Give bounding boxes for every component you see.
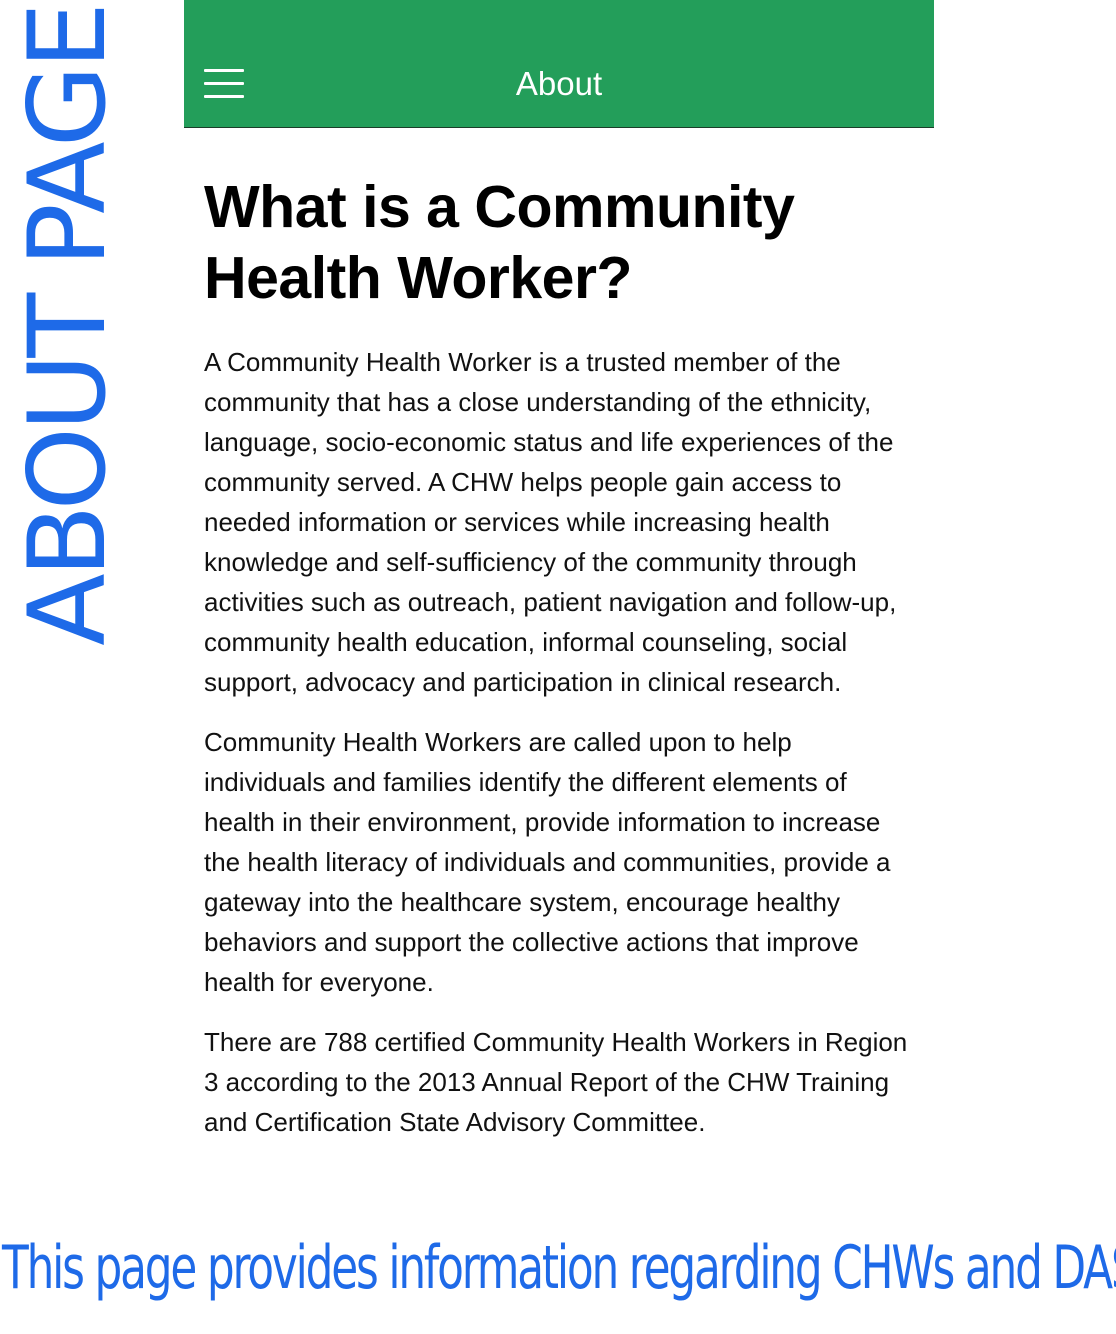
bottom-annotation-caption: This page provides information regarding… (2, 1233, 1116, 1303)
article-paragraph: There are 788 certified Community Health… (204, 1027, 908, 1137)
app-header: About (184, 0, 934, 128)
page-title: About (515, 65, 603, 102)
side-annotation-label: ABOUT PAGE (6, 6, 129, 646)
bottom-annotation: This page provides information regarding… (0, 1228, 1116, 1318)
article-heading: What is a Community Health Worker? (204, 174, 795, 311)
article-paragraph: A Community Health Worker is a trusted m… (204, 347, 897, 697)
article-paragraph: Community Health Workers are called upon… (204, 727, 891, 997)
article-content: What is a Community Health Worker? A Com… (204, 172, 919, 1162)
app-screen: About What is a Community Health Worker?… (184, 0, 934, 1215)
